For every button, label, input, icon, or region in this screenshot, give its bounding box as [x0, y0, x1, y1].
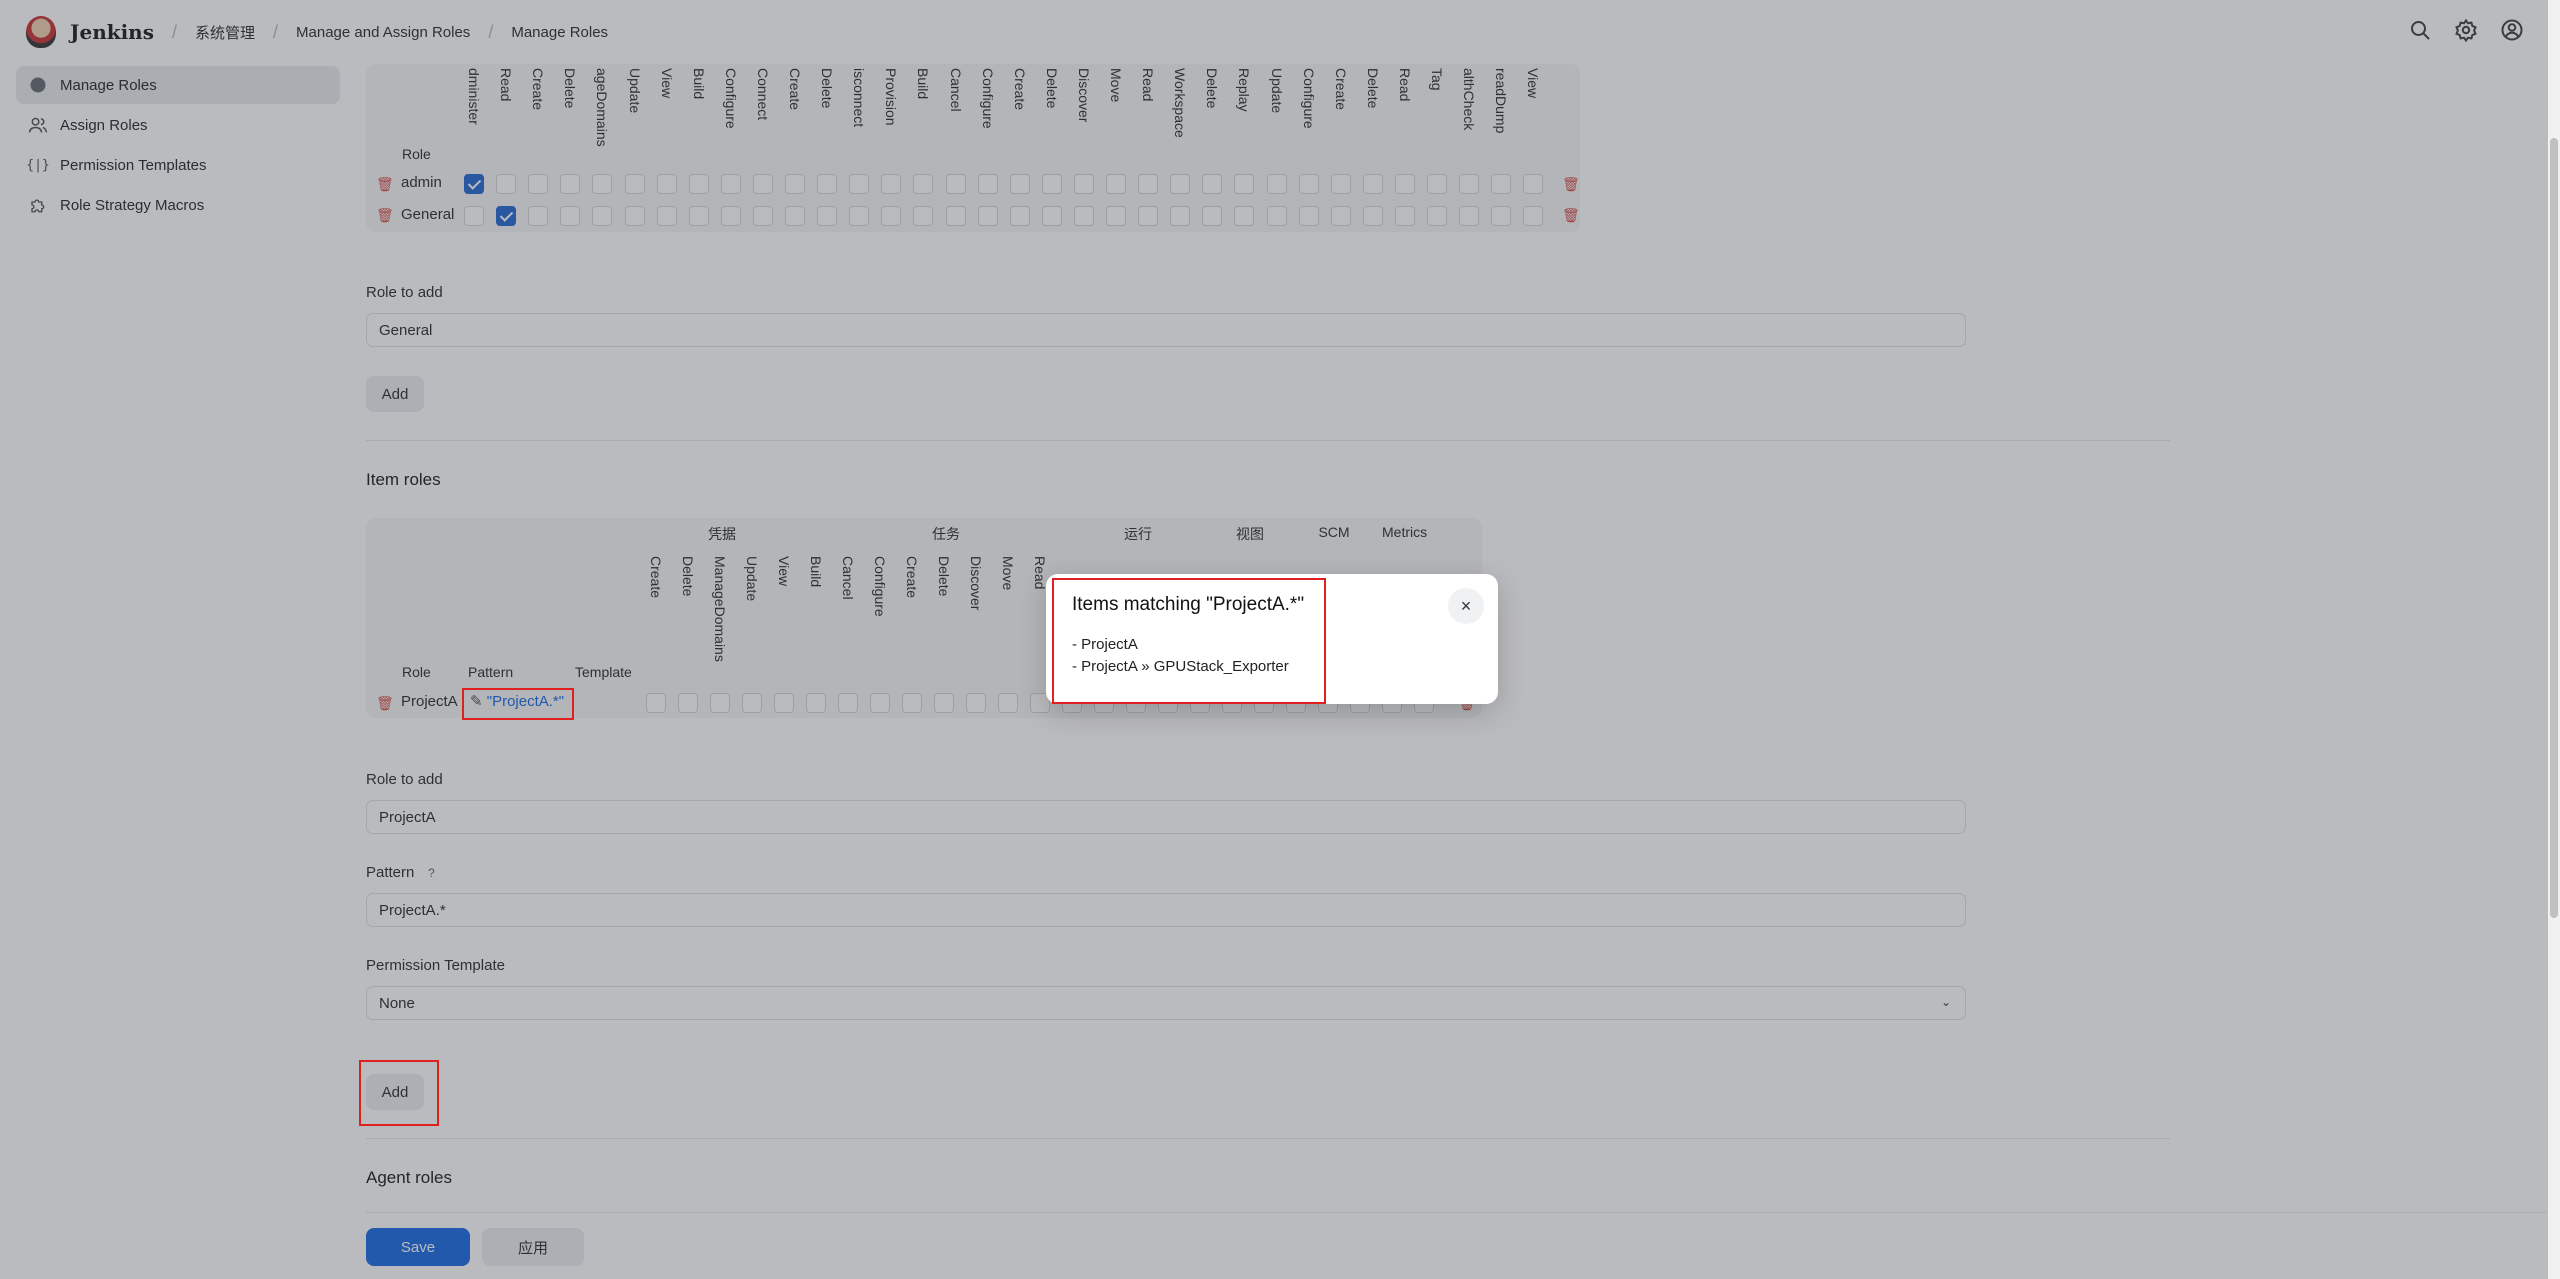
page-scrollbar[interactable]: [2548, 0, 2560, 1279]
close-icon[interactable]: ×: [1448, 588, 1484, 624]
scrollbar-thumb[interactable]: [2550, 138, 2558, 918]
highlight-add-button: [359, 1060, 439, 1126]
highlight-pattern-link: [462, 688, 574, 720]
highlight-dialog-content: [1052, 578, 1326, 704]
